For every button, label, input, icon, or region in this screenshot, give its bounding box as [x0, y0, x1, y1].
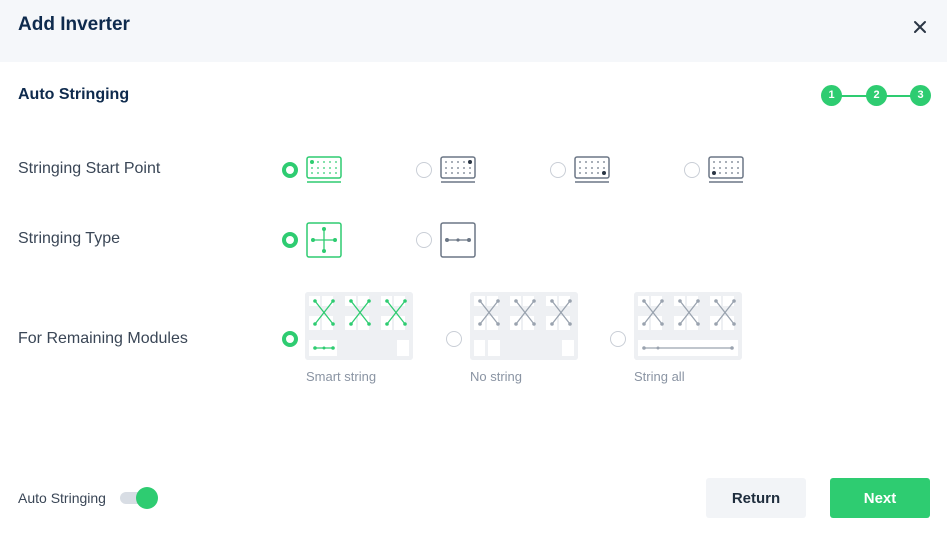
- no-string-caption: No string: [470, 369, 523, 384]
- cross-stringing-icon[interactable]: [306, 222, 342, 258]
- stringing-start-point-label: Stringing Start Point: [18, 160, 161, 177]
- stringing-type-radio-linear[interactable]: [416, 232, 432, 248]
- dialog-title: Add Inverter: [18, 14, 130, 35]
- no-string-icon[interactable]: [470, 292, 578, 360]
- auto-stringing-toggle-label: Auto Stringing: [18, 490, 106, 506]
- stepper-line: [886, 95, 912, 97]
- remaining-radio-string-all[interactable]: [610, 331, 626, 347]
- auto-stringing-toggle[interactable]: [120, 487, 158, 509]
- section-title: Auto Stringing: [18, 86, 130, 103]
- grid-start-top-right-icon[interactable]: [440, 156, 476, 184]
- step-1: 1: [821, 85, 842, 106]
- stringing-type-label: Stringing Type: [18, 230, 120, 247]
- stepper: 1 2 3: [821, 85, 931, 107]
- stringing-type-radio-cross[interactable]: [282, 232, 298, 248]
- grid-start-bottom-left-icon[interactable]: [708, 156, 744, 184]
- start-point-radio-top-left[interactable]: [282, 162, 298, 178]
- string-all-icon[interactable]: [634, 292, 742, 360]
- remaining-modules-label: For Remaining Modules: [18, 330, 188, 347]
- grid-start-bottom-right-icon[interactable]: [574, 156, 610, 184]
- dialog-header: Add Inverter: [0, 0, 947, 62]
- next-button[interactable]: Next: [830, 478, 930, 518]
- grid-start-top-left-icon[interactable]: [306, 156, 342, 184]
- smart-string-caption: Smart string: [306, 369, 377, 384]
- close-icon[interactable]: [911, 18, 929, 36]
- return-button[interactable]: Return: [706, 478, 806, 518]
- stepper-line: [841, 95, 867, 97]
- remaining-radio-smart-string[interactable]: [282, 331, 298, 347]
- remaining-radio-no-string[interactable]: [446, 331, 462, 347]
- smart-string-icon[interactable]: [305, 292, 413, 360]
- string-all-caption: String all: [634, 369, 685, 384]
- start-point-radio-top-right[interactable]: [416, 162, 432, 178]
- linear-stringing-icon[interactable]: [440, 222, 476, 258]
- start-point-radio-bottom-left[interactable]: [684, 162, 700, 178]
- step-2: 2: [866, 85, 887, 106]
- step-3: 3: [910, 85, 931, 106]
- toggle-knob: [136, 487, 158, 509]
- start-point-radio-bottom-right[interactable]: [550, 162, 566, 178]
